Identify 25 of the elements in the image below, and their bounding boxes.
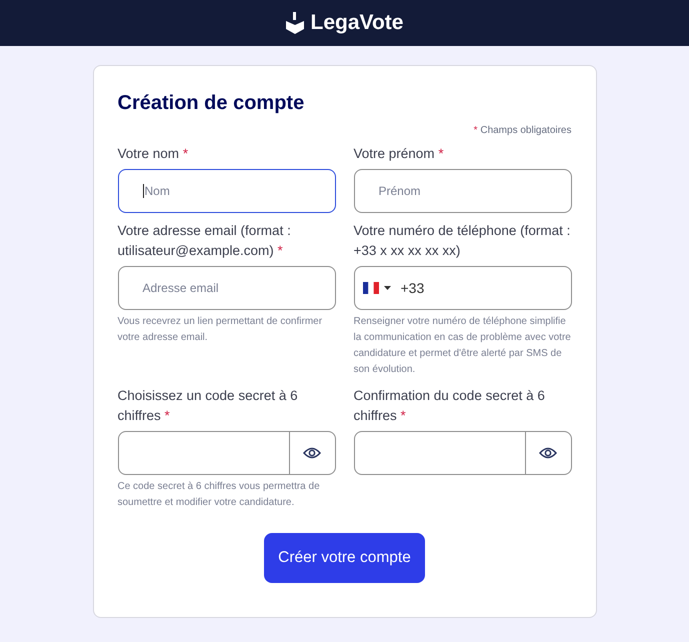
field-label: Choisissez un code secret à 6 chiffres * [118,387,299,425]
eye-icon [539,447,557,459]
input-field[interactable]: Nom [118,169,336,213]
field-label: Votre nom * [118,145,190,163]
create-account-button[interactable]: Créer votre compte [264,533,425,583]
form-title: Création de compte [118,92,306,115]
caret-icon [384,286,390,290]
help-text: Vous recevrez un lien permettant de confirmer votre adresse email. [118,315,324,345]
field-label: Votre prénom * [354,145,445,163]
flag-icon [362,282,378,294]
field-label: Votre adresse email (format : utilisateur@example.com) * [118,222,292,260]
field-label: Confirmation du code secret à 6 chiffres * [354,387,546,425]
help-text: Ce code secret à 6 chiffres vous permettra de soumettre et modifier votre candidature. [118,480,321,510]
input-field[interactable]: Prénom [354,169,572,213]
logo-icon [286,12,304,34]
input-field[interactable]: Adresse email [118,266,336,310]
help-text: Renseigner votre numéro de téléphone simplifie la communication en cas de problème avec votre candidature et permet d'être alerté par SMS de son évolution. [354,315,572,377]
eye-icon [303,447,321,459]
field-label: Votre numéro de téléphone (format : +33 x xx xx xx xx) [354,222,572,260]
required-note: * Champs obligatoires [472,125,572,136]
phone-field[interactable]: +33 [354,266,572,310]
code-field[interactable] [354,431,572,475]
brand-name: LegaVote [310,11,404,35]
code-field[interactable] [118,431,336,475]
country-selector[interactable] [362,282,390,294]
